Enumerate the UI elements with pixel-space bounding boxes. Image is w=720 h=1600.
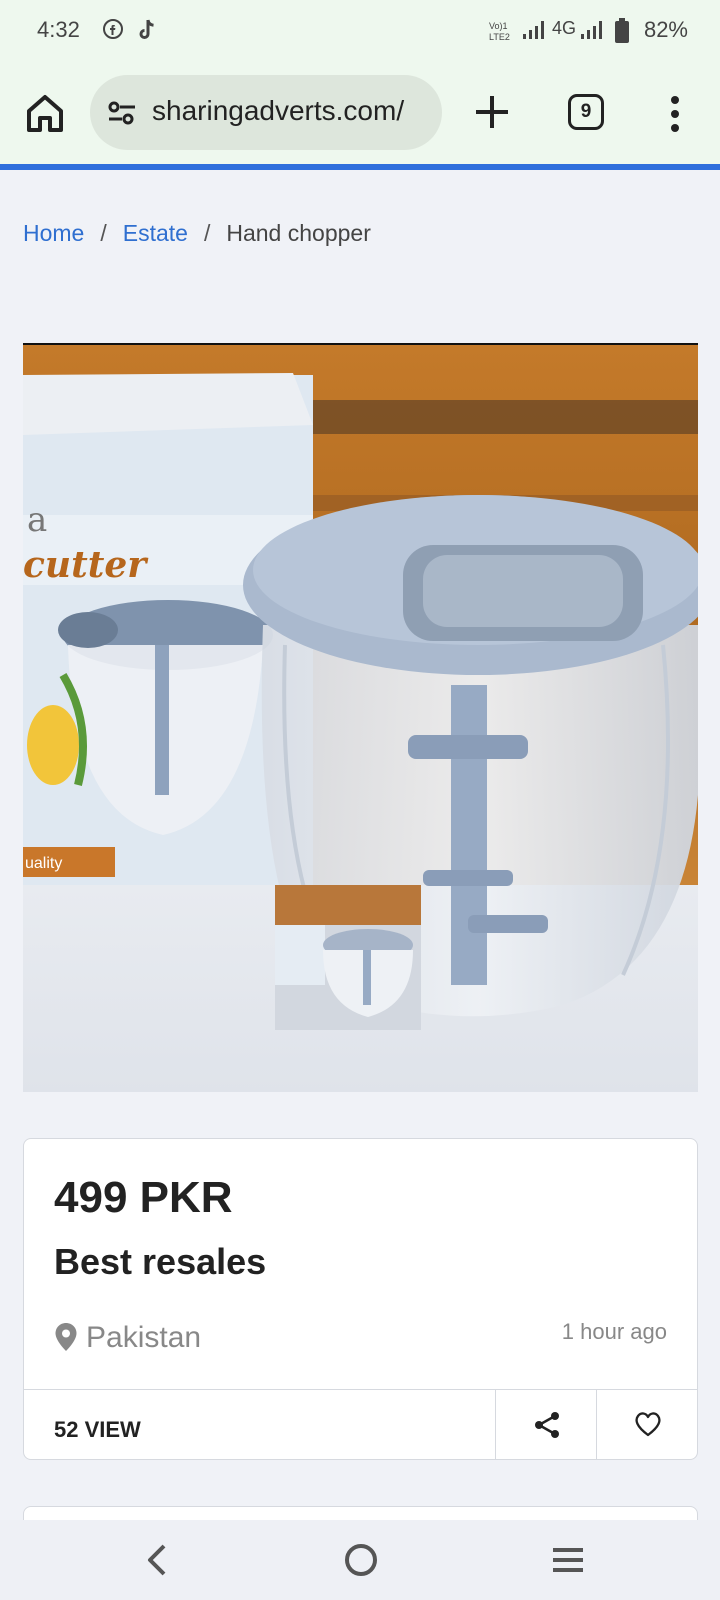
tab-switcher-button[interactable]: 9 xyxy=(568,94,604,130)
location-text: Pakistan xyxy=(86,1321,202,1354)
system-nav-bar xyxy=(0,1520,720,1600)
view-count: 52 VIEW xyxy=(54,1417,141,1442)
heart-icon xyxy=(635,1412,661,1437)
signal-icon xyxy=(580,20,604,45)
network-type: 4G xyxy=(552,18,577,38)
site-settings-icon[interactable] xyxy=(106,99,138,132)
signal-icon xyxy=(522,20,546,45)
url-text[interactable]: sharingadverts.com/ xyxy=(152,95,434,127)
svg-text:cutter: cutter xyxy=(23,544,149,586)
posted-time: 1 hour ago xyxy=(561,1319,667,1344)
back-icon xyxy=(148,1544,166,1576)
breadcrumb: Home / Estate / Hand chopper xyxy=(23,220,371,247)
status-time: 4:32 xyxy=(37,17,80,42)
product-image[interactable]: a cutter uality xyxy=(23,343,698,1092)
home-nav-button[interactable] xyxy=(343,1540,379,1585)
browser-toolbar: sharingadverts.com/ 9 xyxy=(0,62,720,164)
home-button[interactable] xyxy=(22,90,68,136)
svg-text:LTE2: LTE2 xyxy=(489,32,510,42)
plus-icon xyxy=(476,96,508,128)
listing-title: Best resales xyxy=(54,1241,267,1282)
svg-text:uality: uality xyxy=(25,855,62,872)
page-load-bar xyxy=(0,164,720,170)
tiktok-icon xyxy=(136,18,158,47)
breadcrumb-separator: / xyxy=(203,220,211,246)
breadcrumb-home-link[interactable]: Home xyxy=(23,220,84,246)
battery-percent: 82% xyxy=(643,17,688,42)
home-icon xyxy=(27,95,63,132)
volte-icon: Vo)1 LTE2 xyxy=(488,20,516,47)
share-icon xyxy=(535,1412,559,1438)
share-button[interactable] xyxy=(495,1390,596,1459)
breadcrumb-current: Hand chopper xyxy=(226,220,371,246)
recent-apps-button[interactable] xyxy=(550,1542,586,1583)
back-button[interactable] xyxy=(140,1540,176,1585)
breadcrumb-separator: / xyxy=(100,220,107,246)
location-pin-icon xyxy=(55,1323,77,1351)
new-tab-button[interactable] xyxy=(470,90,514,134)
listing-price: 499 PKR xyxy=(54,1173,233,1222)
breadcrumb-estate-link[interactable]: Estate xyxy=(123,220,188,246)
more-menu-button[interactable] xyxy=(662,92,688,136)
recent-apps-icon xyxy=(553,1548,583,1572)
favorite-button[interactable] xyxy=(596,1390,697,1459)
address-bar[interactable]: sharingadverts.com/ xyxy=(90,75,442,150)
listing-card: 499 PKR Best resales Pakistan 1 hour ago… xyxy=(23,1138,698,1460)
more-vert-icon xyxy=(671,96,679,132)
svg-text:Vo)1: Vo)1 xyxy=(489,21,508,31)
listing-location: Pakistan xyxy=(54,1321,201,1355)
battery-icon xyxy=(614,18,630,49)
facebook-icon xyxy=(102,18,124,45)
home-circle-icon xyxy=(345,1544,377,1576)
status-bar: 4:32 Vo)1 LTE2 4G 82% xyxy=(0,0,720,62)
svg-text:a: a xyxy=(27,500,47,540)
